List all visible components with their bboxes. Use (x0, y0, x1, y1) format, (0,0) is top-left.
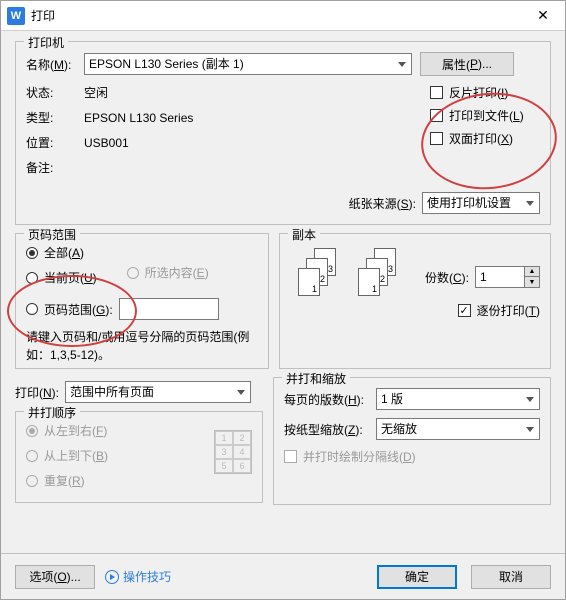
order-legend: 并打顺序 (24, 404, 80, 421)
print-what-label: 打印(N): (15, 384, 59, 401)
print-to-file-checkbox[interactable]: 打印到文件(L) (430, 107, 540, 124)
range-pages-radio[interactable]: 页码范围(G): (26, 298, 258, 320)
pages-per-sheet-select[interactable]: 1 版 (376, 388, 540, 410)
comment-label: 备注: (26, 159, 84, 176)
scale-group: 并打和缩放 每页的版数(H): 1 版 按纸型缩放(Z): 无缩放 并打时绘制分… (273, 377, 551, 505)
type-value: EPSON L130 Series (84, 111, 193, 125)
copies-legend: 副本 (288, 226, 320, 243)
scale-legend: 并打和缩放 (282, 370, 350, 387)
close-button[interactable]: ✕ (521, 1, 565, 31)
properties-button[interactable]: 属性(P)... (420, 52, 514, 76)
status-value: 空闲 (84, 84, 108, 101)
order-group: 并打顺序 从左到右(F) 从上到下(B) 重复(R) 123456 (15, 411, 263, 503)
status-label: 状态: (26, 84, 84, 101)
copies-label: 份数(C): (425, 269, 469, 286)
wps-icon: W (7, 7, 25, 25)
options-button[interactable]: 选项(O)... (15, 565, 95, 589)
range-current-radio[interactable]: 当前页(U) (26, 269, 97, 286)
order-illustration: 123456 (214, 430, 252, 474)
footer: 选项(O)... 操作技巧 确定 取消 (1, 553, 565, 599)
page-range-group: 页码范围 全部(A) 当前页(U) 所选内容(E) 页码范围(G) (15, 233, 269, 369)
where-label: 位置: (26, 134, 84, 151)
printer-name-label: 名称(M): (26, 56, 84, 73)
range-all-radio[interactable]: 全部(A) (26, 244, 97, 261)
pages-per-sheet-label: 每页的版数(H): (284, 391, 376, 408)
order-repeat-radio: 重复(R) (26, 472, 252, 489)
cancel-button[interactable]: 取消 (471, 565, 551, 589)
where-value: USB001 (84, 136, 129, 150)
draw-separator-checkbox: 并打时绘制分隔线(D) (284, 448, 540, 465)
spin-down-icon[interactable]: ▼ (525, 277, 539, 287)
ok-button[interactable]: 确定 (377, 565, 457, 589)
print-what-select[interactable]: 范围中所有页面 (65, 381, 251, 403)
scale-to-paper-label: 按纸型缩放(Z): (284, 421, 376, 438)
collate-checkbox[interactable]: ✓ 逐份打印(T) (458, 302, 540, 319)
range-pages-input[interactable] (119, 298, 219, 320)
copies-group: 副本 321 321 份数(C): ▲▼ ✓ (279, 233, 551, 369)
copies-spinner[interactable]: ▲▼ (525, 266, 540, 288)
reverse-checkbox[interactable]: 反片打印(I) (430, 84, 540, 101)
page-range-legend: 页码范围 (24, 226, 80, 243)
printer-name-select[interactable]: EPSON L130 Series (副本 1) (84, 53, 412, 75)
window-title: 打印 (31, 7, 521, 24)
range-note: 请键入页码和/或用逗号分隔的页码范围(例如：1,3,5-12)。 (26, 328, 258, 364)
duplex-checkbox[interactable]: 双面打印(X) (430, 130, 540, 147)
tips-link[interactable]: 操作技巧 (105, 568, 171, 585)
scale-to-paper-select[interactable]: 无缩放 (376, 418, 540, 440)
copies-input[interactable] (475, 266, 525, 288)
printer-legend: 打印机 (24, 34, 68, 51)
type-label: 类型: (26, 109, 84, 126)
range-selection-radio: 所选内容(E) (127, 264, 209, 281)
titlebar: W 打印 ✕ (1, 1, 565, 31)
spin-up-icon[interactable]: ▲ (525, 267, 539, 277)
printer-group: 打印机 名称(M): EPSON L130 Series (副本 1) 属性(P… (15, 41, 551, 225)
play-icon (105, 570, 119, 584)
paper-source-label: 纸张来源(S): (349, 195, 416, 212)
paper-source-select[interactable]: 使用打印机设置 (422, 192, 540, 214)
print-dialog: W 打印 ✕ 打印机 名称(M): EPSON L130 Series (副本 … (0, 0, 566, 600)
